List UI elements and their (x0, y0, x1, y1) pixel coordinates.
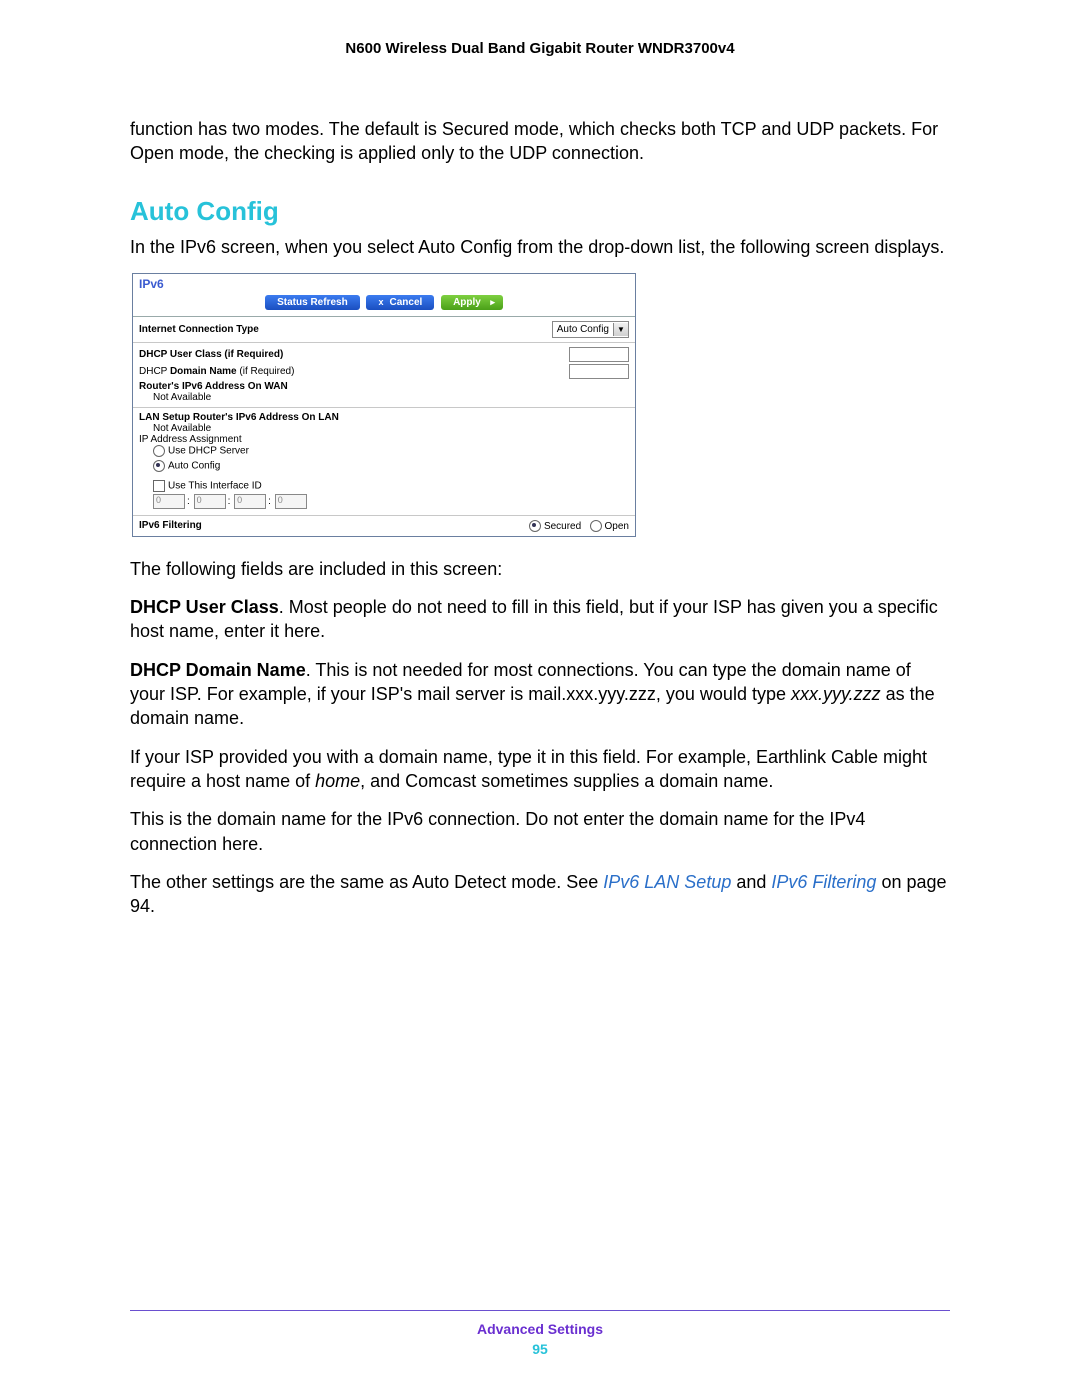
interface-id-inputs: 0: 0: 0: 0 (153, 494, 629, 509)
dhcp-section: DHCP User Class (if Required) DHCP Domai… (133, 343, 635, 408)
intro-paragraph: function has two modes. The default is S… (130, 117, 950, 166)
arrow-right-icon: ▸ (490, 297, 495, 308)
filtering-secured-label: Secured (544, 521, 581, 532)
apply-button-label: Apply (453, 297, 481, 308)
ipv6-filtering-label: IPv6 Filtering (139, 520, 202, 531)
connection-type-value: Auto Config (553, 324, 613, 335)
lan-setup-label: LAN Setup (139, 412, 190, 423)
dhcp-domain-description: DHCP Domain Name. This is not needed for… (130, 658, 950, 731)
radio-icon (529, 520, 541, 532)
section-intro: In the IPv6 screen, when you select Auto… (130, 235, 950, 259)
internet-connection-type-row: Internet Connection Type Auto Config ▼ (133, 317, 635, 343)
connection-type-label: Internet Connection Type (139, 324, 259, 335)
ipv6-settings-panel: IPv6 Status Refresh x Cancel Apply ▸ Inter… (132, 273, 636, 537)
use-interface-id-option[interactable]: Use This Interface ID (153, 480, 629, 492)
dhcp-user-class-description: DHCP User Class. Most people do not need… (130, 595, 950, 644)
lan-addr-label: Router's IPv6 Address On LAN (193, 412, 339, 423)
iface-input-4[interactable]: 0 (275, 494, 307, 509)
filtering-secured-option[interactable]: Secured (529, 521, 581, 532)
footer-section-title: Advanced Settings (130, 1321, 950, 1337)
wan-addr-value: Not Available (153, 392, 629, 403)
ip-assign-option-dhcp-label: Use DHCP Server (168, 446, 249, 457)
lan-setup-section: LAN Setup Router's IPv6 Address On LAN N… (133, 408, 635, 516)
cancel-button[interactable]: x Cancel (366, 295, 434, 310)
dhcp-user-class-input[interactable] (569, 347, 629, 362)
ip-assign-option-auto-label: Auto Config (168, 461, 220, 472)
filtering-open-label: Open (605, 521, 629, 532)
filtering-open-option[interactable]: Open (590, 521, 629, 532)
wan-addr-label: Router's IPv6 Address On WAN (139, 381, 288, 392)
lan-addr-value: Not Available (153, 423, 629, 434)
ip-assign-label: IP Address Assignment (139, 434, 242, 445)
connection-type-dropdown[interactable]: Auto Config ▼ (552, 321, 629, 338)
checkbox-icon (153, 480, 165, 492)
footer-page-number: 95 (130, 1341, 950, 1357)
ip-assign-option-dhcp[interactable]: Use DHCP Server (153, 445, 629, 457)
ip-assign-option-auto[interactable]: Auto Config (153, 460, 629, 472)
ipv6-only-note: This is the domain name for the IPv6 con… (130, 807, 950, 856)
isp-domain-note: If your ISP provided you with a domain n… (130, 745, 950, 794)
panel-title: IPv6 (133, 274, 635, 293)
radio-icon (590, 520, 602, 532)
status-refresh-button[interactable]: Status Refresh (265, 295, 360, 310)
dhcp-domain-name-input[interactable] (569, 364, 629, 379)
dhcp-user-class-label: DHCP User Class (if Required) (139, 349, 283, 360)
radio-icon (153, 460, 165, 472)
cancel-button-label: Cancel (390, 297, 423, 308)
fields-intro: The following fields are included in thi… (130, 557, 950, 581)
ipv6-filtering-row: IPv6 Filtering Secured Open (133, 516, 635, 536)
section-heading-auto-config: Auto Config (130, 196, 950, 227)
iface-input-1[interactable]: 0 (153, 494, 185, 509)
ipv6-lan-setup-link[interactable]: IPv6 LAN Setup (603, 872, 731, 892)
dhcp-domain-name-label: DHCP Domain Name (if Required) (139, 366, 294, 377)
chevron-down-icon: ▼ (613, 323, 628, 336)
iface-input-3[interactable]: 0 (234, 494, 266, 509)
ipv6-filtering-link[interactable]: IPv6 Filtering (771, 872, 876, 892)
use-interface-id-label: Use This Interface ID (168, 481, 262, 492)
page-footer: Advanced Settings 95 (130, 1310, 950, 1357)
close-icon: x (378, 297, 383, 307)
apply-button[interactable]: Apply ▸ (441, 295, 503, 310)
radio-icon (153, 445, 165, 457)
iface-input-2[interactable]: 0 (194, 494, 226, 509)
panel-toolbar: Status Refresh x Cancel Apply ▸ (133, 293, 635, 317)
document-title: N600 Wireless Dual Band Gigabit Router W… (130, 40, 950, 57)
other-settings-note: The other settings are the same as Auto … (130, 870, 950, 919)
